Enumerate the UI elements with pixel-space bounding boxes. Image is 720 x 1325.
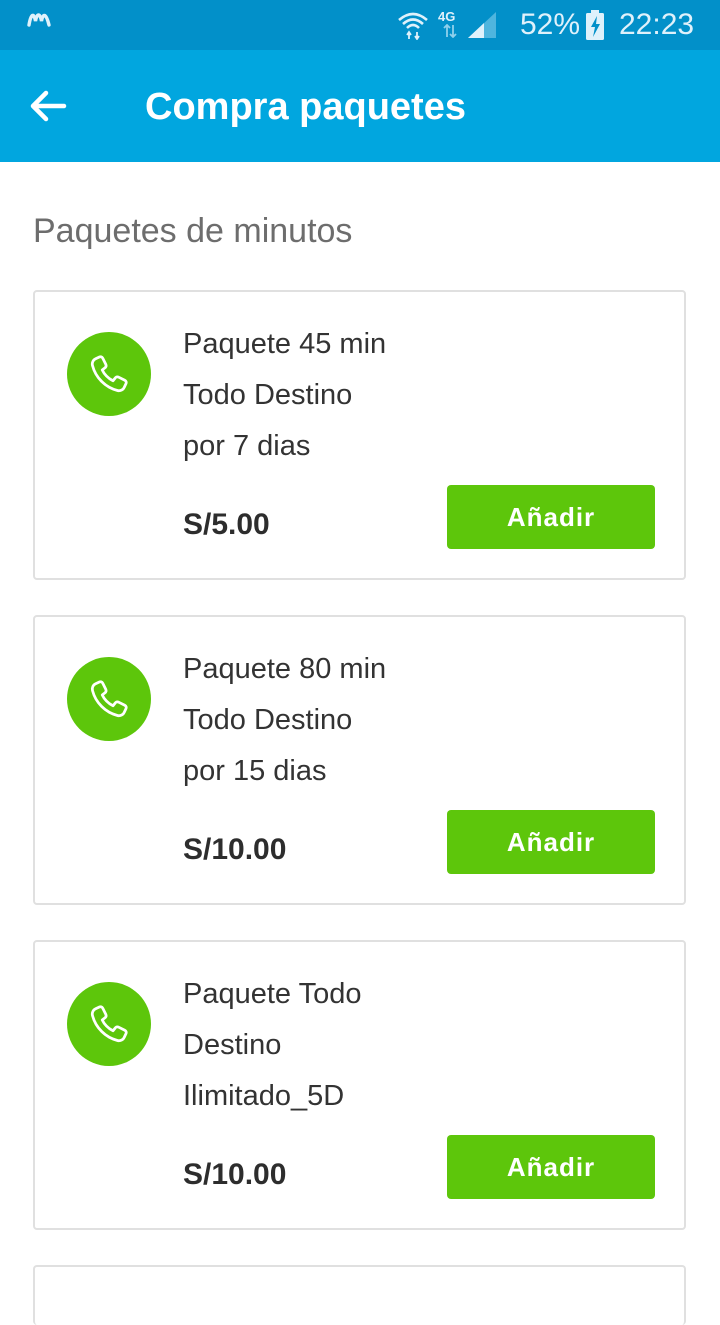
package-card: Paquete 80 min Todo Destino por 15 dias … xyxy=(33,615,686,905)
app-bar: Compra paquetes xyxy=(0,50,720,162)
package-name-line: Destino xyxy=(183,1029,282,1061)
add-package-button[interactable]: Añadir xyxy=(447,1135,655,1199)
battery-charging-icon xyxy=(586,10,604,40)
package-name-line: Paquete 45 min xyxy=(183,328,387,360)
carrier-logo-icon xyxy=(27,13,51,27)
network-type-label: 4G xyxy=(438,9,456,24)
package-name-line: Paquete Todo xyxy=(183,978,362,1010)
back-button[interactable] xyxy=(22,80,74,132)
status-bar: 4G 52% 22:23 xyxy=(0,0,720,50)
package-card: Paquete Todo Destino Ilimitado_5D S/10.0… xyxy=(33,940,686,1230)
package-name-line: Ilimitado_5D xyxy=(183,1080,345,1112)
package-price: S/5.00 xyxy=(183,508,270,541)
wifi-icon xyxy=(398,12,428,40)
clock: 22:23 xyxy=(619,8,695,41)
package-price: S/10.00 xyxy=(183,1158,287,1191)
phone-badge xyxy=(67,332,151,416)
section-title: Paquetes de minutos xyxy=(33,212,353,250)
package-card-partial xyxy=(33,1265,686,1325)
phone-icon xyxy=(90,1005,128,1043)
page-title: Compra paquetes xyxy=(145,86,466,128)
package-name-line: por 15 dias xyxy=(183,755,327,787)
signal-strength-icon xyxy=(468,12,496,38)
network-type-icon: 4G xyxy=(438,9,462,39)
add-package-button[interactable]: Añadir xyxy=(447,485,655,549)
package-name-line: Todo Destino xyxy=(183,379,353,411)
add-package-button[interactable]: Añadir xyxy=(447,810,655,874)
package-name-line: por 7 dias xyxy=(183,430,311,462)
arrow-left-icon xyxy=(30,90,67,122)
package-price: S/10.00 xyxy=(183,833,287,866)
phone-icon xyxy=(90,355,128,393)
phone-icon xyxy=(90,680,128,718)
package-name-line: Todo Destino xyxy=(183,704,353,736)
phone-badge xyxy=(67,657,151,741)
battery-percentage: 52% xyxy=(520,8,581,41)
package-card: Paquete 45 min Todo Destino por 7 dias S… xyxy=(33,290,686,580)
phone-badge xyxy=(67,982,151,1066)
package-name-line: Paquete 80 min xyxy=(183,653,387,685)
